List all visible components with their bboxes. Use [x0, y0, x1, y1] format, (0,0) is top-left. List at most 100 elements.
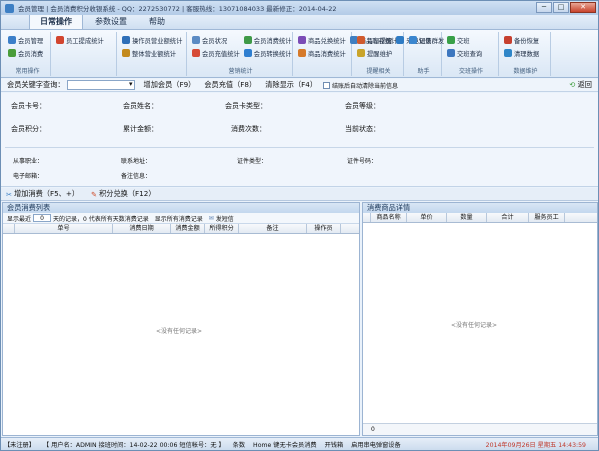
consume-count-label: 消费次数：: [231, 125, 266, 133]
col-subtotal[interactable]: 合计: [487, 213, 529, 222]
ribbon-button-label: 商品消费统计: [308, 50, 346, 58]
home-key-hint: Home 键无卡会员消费: [253, 441, 317, 449]
col-points[interactable]: 所得积分: [205, 224, 239, 233]
ribbon-button-3-0[interactable]: 会员状况: [192, 34, 240, 46]
col-unit-price[interactable]: 单价: [407, 213, 447, 222]
ribbon-button-6-0[interactable]: 短信群发: [409, 34, 444, 46]
ribbon-button-label: 整体营业额统计: [132, 50, 177, 58]
consume-filter-bar: 显示最近 0 天的记录，0 代表所有天数消费记录 显示所有消费记录 ✉ 发短信: [3, 213, 359, 224]
ribbon-button-5-1[interactable]: 提醒维护: [357, 47, 392, 59]
goods-detail-pane: 消费商品详情 商品名称 单价 数量 合计 服务员工 <没有任何记录> 0: [362, 202, 598, 436]
sms-icon: ✉: [208, 214, 214, 222]
ribbon-button-label: 会员状况: [202, 37, 228, 45]
query-icon: [447, 49, 455, 57]
col-remark[interactable]: 备注: [239, 224, 307, 233]
clear-display-button[interactable]: 清除显示（F4）: [265, 80, 317, 90]
ribbon-group-label: 提醒相关: [366, 68, 391, 75]
app-icon: [5, 3, 14, 13]
ribbon-button-1-0[interactable]: 员工提成统计: [56, 34, 113, 46]
goods-footer-row: 0: [363, 423, 597, 435]
title-bar: 会员管理 | 会员消费积分收银系统 - QQ：2272530772 | 客服热线…: [1, 1, 598, 15]
tab-daily-ops[interactable]: 日常操作: [29, 13, 83, 29]
ribbon-button-3-2[interactable]: 会员消费统计: [243, 34, 292, 46]
ribbon-group-label: 交班操作: [458, 68, 483, 75]
card-type-label: 会员卡类型：: [225, 102, 267, 110]
add-consume-button[interactable]: ✂ 增加消费（F5、+）: [6, 189, 79, 199]
menu-bar: 日常操作 参数设置 帮助: [1, 13, 598, 30]
ribbon-button-0-1[interactable]: 会员消费: [8, 47, 47, 59]
ribbon-group-1: 员工提成统计: [53, 32, 117, 76]
ribbon-button-label: 操作员营业额统计: [132, 37, 183, 45]
ribbon-button-5-0[interactable]: 每日提醒: [357, 34, 392, 46]
recharge-icon: [192, 49, 200, 57]
level-label: 会员等级：: [345, 102, 380, 110]
window-title: 会员管理 | 会员消费积分收银系统 - QQ：2272530772 | 客服热线…: [18, 5, 337, 13]
consume-empty-text: <没有任何记录>: [156, 328, 203, 335]
search-label: 会员关键字查询：: [7, 80, 65, 89]
ribbon-button-label: 交班查询: [457, 50, 483, 58]
ribbon-button-7-1[interactable]: 交班查询: [447, 47, 495, 59]
card-no-label: 会员卡号：: [11, 102, 46, 110]
member-search-combo[interactable]: [66, 80, 135, 90]
days-input[interactable]: 0: [33, 214, 52, 222]
status-datetime: 2014年09月26日 星期五 14:43:59: [485, 441, 586, 449]
add-member-button[interactable]: 增加会员（F9）: [144, 80, 196, 90]
col-goods-name[interactable]: 商品名称: [371, 213, 407, 222]
ribbon-button-2-0[interactable]: 操作员营业额统计: [122, 34, 183, 46]
show-all-button[interactable]: 显示所有消费记录: [155, 214, 203, 223]
tab-help[interactable]: 帮助: [139, 14, 175, 29]
col-quantity[interactable]: 数量: [447, 213, 487, 222]
ribbon-button-7-0[interactable]: 交班: [447, 34, 495, 46]
address-label: 联系地址：: [121, 158, 152, 165]
consume-grid-header: 单号 消费日期 消费金额 所得积分 备注 操作员: [3, 224, 359, 234]
ribbon-button-8-1[interactable]: 清理数据: [504, 47, 547, 59]
job-label: 从事职业：: [13, 158, 44, 165]
recharge-button[interactable]: 会员充值（F8）: [204, 80, 256, 90]
id-type-label: 证件类型：: [237, 158, 268, 165]
ribbon-group-7: 交班交班查询交班操作: [444, 32, 499, 76]
current-state-label: 当前状态：: [345, 125, 380, 133]
ribbon-group-4: 商品兑换统计 商品消费统计 商品库存统计: [295, 32, 398, 76]
ribbon-button-label: 每日提醒: [367, 37, 393, 45]
total-amount-label: 累计金额：: [123, 125, 158, 133]
chart-icon: [56, 36, 64, 44]
auto-clear-checkbox[interactable]: [323, 81, 331, 89]
col-consume-date[interactable]: 消费日期: [113, 224, 171, 233]
consume-list-title: 会员消费列表: [3, 203, 359, 213]
col-order-no[interactable]: 单号: [15, 224, 113, 233]
tab-settings[interactable]: 参数设置: [85, 14, 137, 29]
points-label: 会员积分：: [11, 125, 46, 133]
remark-label: 备注信息：: [121, 173, 152, 180]
caller-popup-device[interactable]: 启用串电弹窗设备: [351, 440, 401, 449]
back-button[interactable]: ⟲ 返回: [569, 80, 592, 90]
close-button[interactable]: ✕: [570, 2, 596, 13]
ribbon-button-4-1[interactable]: 商品消费统计: [298, 47, 346, 59]
goods-footer-value: 0: [371, 426, 375, 433]
ribbon-button-label: 会员充值统计: [202, 50, 240, 58]
goods-detail-title: 消费商品详情: [363, 203, 597, 213]
col-operator[interactable]: 操作员: [307, 224, 341, 233]
minimize-button[interactable]: ─: [536, 2, 552, 13]
ribbon-button-4-0[interactable]: 商品兑换统计: [298, 34, 346, 46]
col-service-staff[interactable]: 服务员工: [529, 213, 565, 222]
exchange-icon: [298, 36, 306, 44]
points-exchange-button[interactable]: ✎ 积分兑换（F12）: [91, 189, 155, 199]
record-count: 条数: [232, 441, 246, 449]
send-sms-button[interactable]: ✉ 发短信: [209, 214, 234, 223]
ribbon-button-3-3[interactable]: 会员转换统计: [243, 47, 292, 59]
ribbon-button-0-0[interactable]: 会员管理: [8, 34, 47, 46]
col-consume-amount[interactable]: 消费金额: [171, 224, 205, 233]
ribbon: 会员管理 会员消费常用操作 员工提成统计 操作员营业额统计 整体营业额统计 会员状况会员充…: [1, 30, 598, 78]
ribbon-button-3-1[interactable]: 会员充值统计: [192, 47, 240, 59]
row-indicator-header: [3, 224, 15, 233]
ribbon-button-8-0[interactable]: 备份恢复: [504, 34, 547, 46]
goods-row-indicator-header: [363, 213, 371, 222]
maximize-button[interactable]: □: [553, 2, 569, 13]
user-card-icon: [8, 36, 16, 44]
ribbon-group-label: 常用操作: [15, 68, 40, 75]
consume-list-pane: 会员消费列表 显示最近 0 天的记录，0 代表所有天数消费记录 显示所有消费记录…: [2, 202, 360, 436]
name-label: 会员姓名：: [123, 102, 158, 110]
ribbon-button-2-1[interactable]: 整体营业额统计: [122, 47, 183, 59]
cash-drawer-toggle[interactable]: 开钱箱: [325, 440, 344, 449]
ribbon-group-6: 短信群发 助手: [406, 32, 444, 76]
